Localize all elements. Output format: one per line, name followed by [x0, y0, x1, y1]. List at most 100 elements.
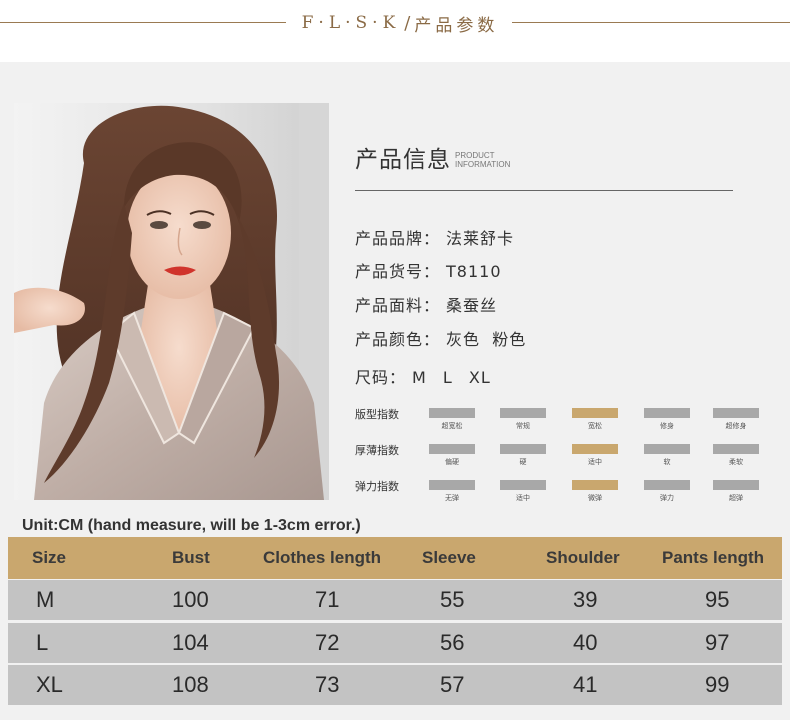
thickness-index-option-label: 柔软 [729, 458, 743, 466]
thickness-index-option-label: 适中 [588, 458, 602, 466]
elasticity-index-option-label: 适中 [516, 494, 530, 502]
elasticity-index-option: 弹力 [644, 480, 690, 503]
product-color-value: 灰色 粉色 [446, 330, 527, 349]
thickness-index-label: 厚薄指数 [355, 444, 399, 457]
product-brand-label: 产品品牌： [355, 229, 441, 248]
cell-pants-length: 99 [705, 672, 730, 697]
elasticity-index-option: 超弹 [713, 480, 759, 503]
product-info-title-en: PRODUCT INFORMATION [455, 151, 510, 174]
product-fabric-value: 桑蚕丝 [446, 296, 498, 315]
unit-note: Unit:CM (hand measure, will be 1-3cm err… [22, 517, 361, 534]
cell-pants-length: 97 [705, 630, 730, 655]
column-header-shoulder: Shoulder [546, 548, 620, 567]
thickness-index-option: 硬 [500, 444, 546, 467]
elasticity-index-option: 微弹 [572, 480, 618, 503]
fit-index-option-label: 超宽松 [441, 422, 463, 430]
elasticity-index-option-label: 无弹 [445, 494, 459, 502]
cell-shoulder: 40 [573, 630, 598, 655]
elasticity-index-option-label: 弹力 [660, 494, 674, 502]
thickness-index-bar [713, 444, 759, 454]
cell-bust: 100 [172, 587, 209, 612]
elasticity-index-option-label: 微弹 [588, 494, 602, 502]
fit-index-option-label: 常规 [516, 422, 530, 430]
table-row: M 100 71 55 39 95 [8, 580, 782, 620]
fit-index-bar-selected [572, 408, 618, 418]
header-divider-left [0, 22, 286, 23]
thickness-index-option: 偏硬 [429, 444, 475, 467]
thickness-index-option-label: 软 [663, 458, 671, 466]
header-divider-right [512, 22, 790, 23]
product-item-no-row: 产品货号： T8110 [355, 258, 502, 282]
cell-size: XL [36, 672, 63, 697]
column-header-size: Size [32, 548, 67, 567]
fit-index-label: 版型指数 [355, 408, 399, 421]
product-brand-row: 产品品牌： 法莱舒卡 [355, 225, 514, 249]
thickness-index-option-label: 偏硬 [445, 458, 459, 466]
elasticity-index-option-label: 超弹 [729, 494, 743, 502]
fit-index-option-label: 修身 [660, 422, 674, 430]
fit-index-bar [500, 408, 546, 418]
product-color-label: 产品颜色： [355, 330, 441, 349]
header-title: F·L·S·K / 产品参数 [290, 9, 510, 37]
thickness-index-option: 软 [644, 444, 690, 467]
column-header-pants-length: Pants length [662, 548, 765, 567]
thickness-index-bar-selected [572, 444, 618, 454]
cell-clothes-length: 73 [315, 672, 340, 697]
product-info-heading: 产品信息 PRODUCT INFORMATION [355, 140, 510, 174]
thickness-index-option-label: 硬 [519, 458, 527, 466]
product-fabric-row: 产品面料： 桑蚕丝 [355, 292, 497, 316]
product-fabric-label: 产品面料： [355, 296, 441, 315]
model-photo [14, 103, 329, 500]
elasticity-index-option: 适中 [500, 480, 546, 503]
elasticity-index-bar [713, 480, 759, 490]
cell-size: M [36, 587, 55, 612]
fit-index-bar [429, 408, 475, 418]
thickness-index-option: 柔软 [713, 444, 759, 467]
cell-pants-length: 95 [705, 587, 730, 612]
cell-sleeve: 55 [440, 587, 465, 612]
cell-shoulder: 39 [573, 587, 598, 612]
header-separator: / [404, 12, 411, 34]
product-info-title-en-line1: PRODUCT [455, 151, 495, 160]
fit-index-option: 超修身 [713, 408, 759, 431]
header-title-text: 产品参数 [414, 15, 499, 36]
fit-index-bar [713, 408, 759, 418]
product-info-title-en-line2: INFORMATION [455, 160, 511, 169]
fit-index-option-label: 超修身 [725, 422, 747, 430]
column-header-sleeve: Sleeve [422, 548, 476, 567]
page-header: F·L·S·K / 产品参数 [0, 0, 790, 62]
product-info-divider [355, 190, 733, 191]
fit-index-option: 超宽松 [429, 408, 475, 431]
fit-index-option: 修身 [644, 408, 690, 431]
thickness-index-option: 适中 [572, 444, 618, 467]
size-table-header: Size Bust Clothes length Sleeve Shoulder… [8, 537, 782, 579]
fit-index-bar [644, 408, 690, 418]
product-item-no-label: 产品货号： [355, 262, 441, 281]
column-header-clothes-length: Clothes length [263, 548, 382, 567]
product-size-value: M L XL [412, 368, 491, 387]
cell-bust: 104 [172, 630, 209, 655]
table-row: L 104 72 56 40 97 [8, 623, 782, 663]
column-header-bust: Bust [172, 548, 210, 567]
cell-clothes-length: 72 [315, 630, 340, 655]
fit-index-option-label: 宽松 [588, 422, 602, 430]
cell-clothes-length: 71 [315, 587, 340, 612]
elasticity-index-option: 无弹 [429, 480, 475, 503]
product-brand-value: 法莱舒卡 [446, 229, 515, 248]
fit-index-option: 宽松 [572, 408, 618, 431]
cell-shoulder: 41 [573, 672, 598, 697]
elasticity-index-label: 弹力指数 [355, 480, 399, 493]
header-brand: F·L·S·K [301, 13, 401, 33]
product-size-row: 尺码： M L XL [355, 364, 491, 388]
product-info-title: 产品信息 [355, 147, 451, 173]
cell-bust: 108 [172, 672, 209, 697]
fit-index-option: 常规 [500, 408, 546, 431]
elasticity-index-bar [644, 480, 690, 490]
product-color-row: 产品颜色： 灰色 粉色 [355, 326, 526, 350]
size-table: Size Bust Clothes length Sleeve Shoulder… [8, 537, 782, 708]
product-item-no-value: T8110 [446, 262, 502, 281]
elasticity-index-bar [429, 480, 475, 490]
thickness-index-bar [644, 444, 690, 454]
elasticity-index-bar-selected [572, 480, 618, 490]
table-row: XL 108 73 57 41 99 [8, 665, 782, 705]
